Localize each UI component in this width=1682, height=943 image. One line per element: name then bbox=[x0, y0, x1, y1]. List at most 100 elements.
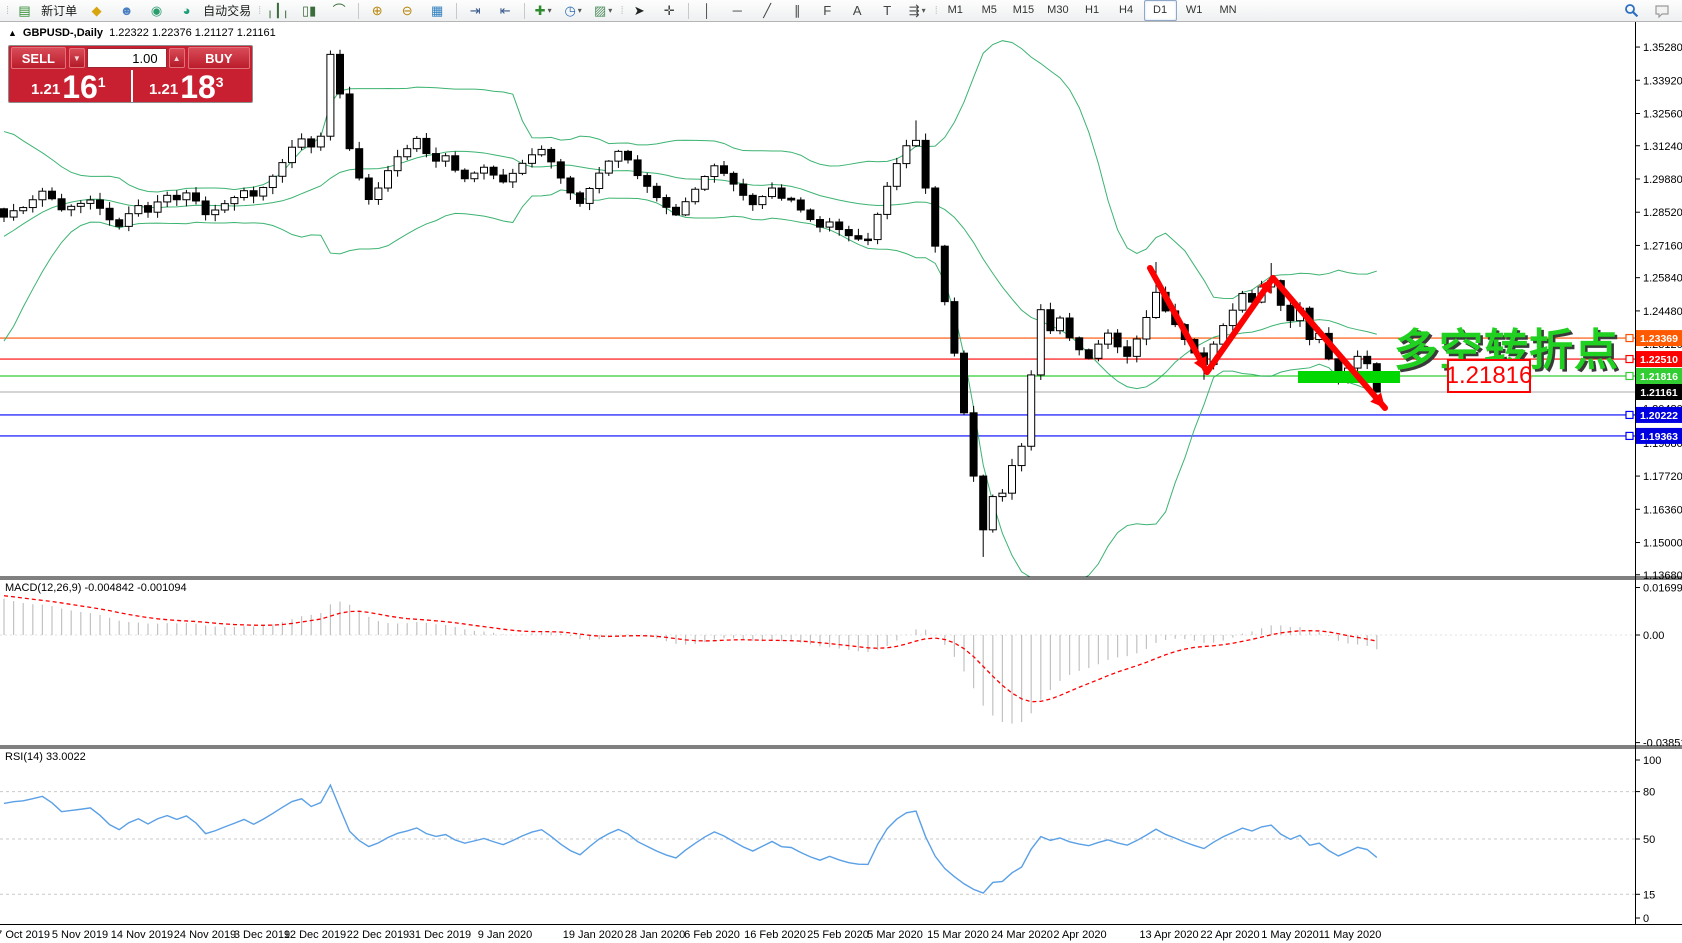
candle bbox=[58, 199, 65, 210]
candle bbox=[10, 211, 17, 217]
collapse-trade-panel-icon[interactable]: ▲ bbox=[8, 28, 17, 38]
date-axis-label: 28 Jan 2020 bbox=[625, 929, 686, 941]
candle bbox=[1114, 333, 1121, 347]
candle bbox=[97, 200, 104, 208]
candle bbox=[509, 173, 516, 182]
candle bbox=[471, 173, 478, 179]
price-axis-tag-label: 1.21816 bbox=[1640, 371, 1678, 383]
buy-price[interactable]: 1.21 18 3 bbox=[149, 68, 224, 102]
candle bbox=[865, 239, 872, 241]
date-axis-label: 19 Jan 2020 bbox=[563, 929, 624, 941]
candle bbox=[788, 198, 795, 200]
candle bbox=[970, 413, 977, 476]
candle bbox=[1153, 292, 1160, 317]
candle bbox=[1047, 310, 1054, 331]
candle bbox=[413, 138, 420, 148]
macd-tick-label: 0.00 bbox=[1643, 630, 1664, 642]
volume-increase-button[interactable]: ▲ bbox=[169, 48, 185, 68]
candle bbox=[999, 493, 1006, 496]
candle bbox=[1095, 344, 1102, 358]
candle bbox=[461, 170, 468, 179]
candle bbox=[836, 222, 843, 230]
candle bbox=[577, 193, 584, 204]
candle bbox=[769, 188, 776, 197]
candle bbox=[1037, 310, 1044, 375]
candle bbox=[807, 210, 814, 220]
candle bbox=[385, 171, 392, 188]
price-tick-label: 1.27160 bbox=[1643, 240, 1682, 252]
candle bbox=[634, 160, 641, 176]
candle bbox=[394, 157, 401, 171]
line-anchor-marker[interactable] bbox=[1626, 335, 1633, 342]
candle bbox=[346, 94, 353, 149]
date-axis-label: 6 Feb 2020 bbox=[684, 929, 740, 941]
candle bbox=[125, 214, 132, 227]
candle bbox=[279, 163, 286, 177]
candle bbox=[874, 214, 881, 239]
chart-title: ▲GBPUSD-,Daily 1.22322 1.22376 1.21127 1… bbox=[8, 27, 276, 39]
candle bbox=[442, 156, 449, 161]
candle bbox=[730, 173, 737, 184]
candle bbox=[39, 191, 46, 200]
candle bbox=[673, 207, 680, 215]
candle bbox=[1018, 446, 1025, 465]
buy-button[interactable]: BUY bbox=[188, 47, 250, 69]
sell-button[interactable]: SELL bbox=[11, 47, 66, 69]
zigzag-arrow-segment[interactable] bbox=[1150, 268, 1207, 372]
candle bbox=[404, 149, 411, 157]
candle bbox=[519, 163, 526, 173]
sell-price[interactable]: 1.21 16 1 bbox=[31, 68, 106, 102]
date-axis-label: 31 Dec 2019 bbox=[409, 929, 471, 941]
mt4-terminal: { "toolbar": { "items": [ {"type":"grip"… bbox=[0, 0, 1682, 943]
candle bbox=[500, 175, 507, 182]
zigzag-arrow-segment[interactable] bbox=[1207, 278, 1273, 372]
candle bbox=[711, 166, 718, 177]
candle bbox=[298, 139, 305, 147]
volume-decrease-button[interactable]: ▼ bbox=[69, 48, 85, 68]
price-callout-box[interactable]: 1.21816 bbox=[1447, 359, 1531, 393]
candle bbox=[135, 206, 142, 214]
date-axis-label: 15 Mar 2020 bbox=[927, 929, 989, 941]
date-axis-label: 5 Mar 2020 bbox=[867, 929, 923, 941]
candle bbox=[682, 202, 689, 215]
candle bbox=[193, 193, 200, 201]
price-tick-label: 1.32560 bbox=[1643, 109, 1682, 121]
candle bbox=[980, 476, 987, 530]
line-anchor-marker[interactable] bbox=[1626, 372, 1633, 379]
zigzag-arrow-segment[interactable] bbox=[1273, 278, 1385, 408]
date-axis-label: 24 Nov 2019 bbox=[174, 929, 236, 941]
macd-signal-line bbox=[4, 596, 1377, 702]
candle bbox=[1028, 375, 1035, 446]
support-highlight-bar[interactable] bbox=[1298, 371, 1400, 383]
candle bbox=[68, 206, 75, 209]
macd-indicator-label: MACD(12,26,9) -0.004842 -0.001094 bbox=[5, 582, 187, 594]
line-anchor-marker[interactable] bbox=[1626, 356, 1633, 363]
candle bbox=[433, 154, 440, 162]
candle bbox=[557, 162, 564, 178]
candle bbox=[653, 186, 660, 197]
candle bbox=[1239, 294, 1246, 311]
volume-input[interactable]: 1.00 bbox=[87, 48, 167, 68]
candle bbox=[567, 178, 574, 193]
price-axis-tag-label: 1.21161 bbox=[1640, 387, 1678, 399]
line-anchor-marker[interactable] bbox=[1626, 411, 1633, 418]
candle bbox=[49, 191, 56, 199]
candle bbox=[893, 164, 900, 187]
candle bbox=[423, 138, 430, 153]
line-anchor-marker[interactable] bbox=[1626, 432, 1633, 439]
candle bbox=[250, 191, 257, 196]
candle bbox=[375, 188, 382, 199]
price-tick-label: 1.31240 bbox=[1643, 141, 1682, 153]
candle bbox=[644, 176, 651, 187]
sell-price-sup: 1 bbox=[98, 74, 106, 90]
candle bbox=[1057, 318, 1064, 331]
candle bbox=[106, 208, 113, 219]
candle bbox=[365, 178, 372, 200]
candle bbox=[951, 302, 958, 354]
date-axis-label: 22 Apr 2020 bbox=[1200, 929, 1259, 941]
candle bbox=[289, 147, 296, 162]
candle bbox=[87, 200, 94, 203]
rsi-tick-label: 100 bbox=[1643, 755, 1661, 767]
candle bbox=[961, 353, 968, 413]
price-axis-tag-label: 1.19363 bbox=[1640, 431, 1678, 443]
